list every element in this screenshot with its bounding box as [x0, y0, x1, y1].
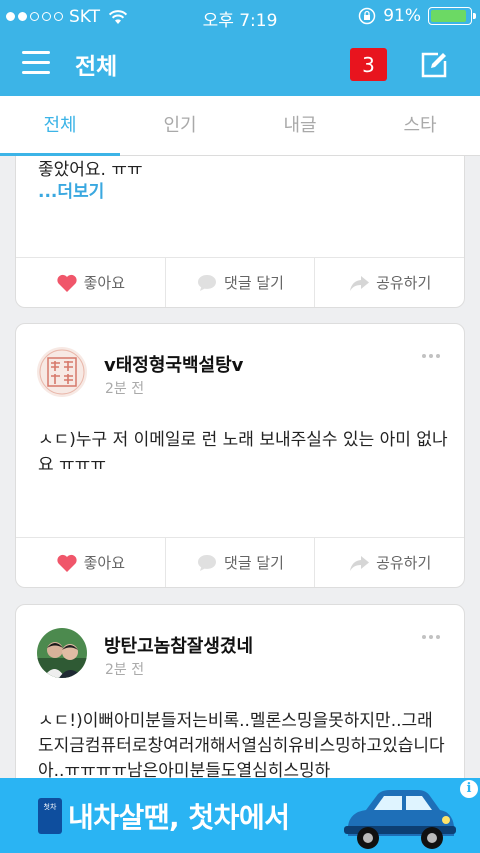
like-label: 좋아요 — [83, 554, 126, 572]
share-label: 공유하기 — [376, 554, 432, 572]
avatar[interactable] — [37, 347, 87, 397]
menu-button[interactable] — [22, 51, 50, 77]
post-actions: 좋아요 댓글 달기 공유하기 — [16, 257, 464, 307]
like-button[interactable]: 좋아요 — [16, 538, 166, 587]
car-icon — [344, 790, 456, 849]
post-header: v태정형국백설탕v 2분 전 — [16, 324, 464, 424]
comment-icon — [198, 274, 217, 291]
notification-badge[interactable]: 3 — [350, 48, 387, 81]
tab-popular[interactable]: 인기 — [120, 96, 240, 155]
heart-icon — [57, 554, 77, 572]
comment-label: 댓글 달기 — [224, 274, 284, 292]
tab-all[interactable]: 전체 — [0, 96, 120, 156]
more-options-icon[interactable] — [422, 635, 440, 639]
menu-icon — [22, 51, 50, 54]
ad-app-logo: 첫차 — [38, 798, 62, 834]
author-name[interactable]: v태정형국백설탕v — [104, 351, 243, 377]
battery-percent: 91% — [383, 6, 421, 26]
post-header: 방탄고놈참잘생겼네 2분 전 — [16, 605, 464, 705]
post-actions: 좋아요 댓글 달기 공유하기 — [16, 537, 464, 587]
wifi-icon — [108, 9, 128, 24]
post-time: 2분 전 — [105, 662, 145, 678]
status-bar: SKT 오후 7:19 91% — [0, 0, 480, 33]
share-button[interactable]: 공유하기 — [315, 538, 464, 587]
share-button[interactable]: 공유하기 — [315, 258, 464, 307]
ad-banner[interactable]: 첫차 내차살땐, 첫차에서 i — [0, 778, 480, 853]
compose-icon[interactable] — [418, 49, 450, 81]
read-more-link[interactable]: ...더보기 — [38, 177, 104, 202]
ad-info-icon[interactable]: i — [460, 780, 478, 798]
comment-icon — [198, 554, 217, 571]
more-options-icon[interactable] — [422, 354, 440, 358]
comment-button[interactable]: 댓글 달기 — [166, 538, 316, 587]
like-label: 좋아요 — [83, 274, 126, 292]
post-card: 방탄고놈참잘생겼네 2분 전 ㅅㄷ!)이뻐아미분들저는비록..멜론스밍을못하지만… — [15, 604, 465, 778]
tab-star[interactable]: 스타 — [360, 96, 480, 155]
seal-avatar-image — [37, 347, 87, 397]
rotation-lock-icon — [358, 7, 376, 25]
tab-bar: 전체 인기 내글 스타 — [0, 96, 480, 156]
feed[interactable]: 좋았어요. ㅠㅠ ...더보기 좋아요 댓글 달기 공유하기 v태정형국백설탕v… — [0, 156, 480, 778]
post-time: 2분 전 — [105, 381, 145, 397]
share-icon — [350, 555, 370, 571]
share-icon — [350, 275, 370, 291]
share-label: 공유하기 — [376, 274, 432, 292]
signal-strength-icon — [6, 12, 63, 21]
tab-my-posts[interactable]: 내글 — [240, 96, 360, 155]
post-card: 좋았어요. ㅠㅠ ...더보기 좋아요 댓글 달기 공유하기 — [15, 156, 465, 308]
nav-bar: 전체 3 — [0, 33, 480, 96]
author-name[interactable]: 방탄고놈참잘생겼네 — [104, 632, 253, 658]
post-body: ㅅㄷ)누구 저 이메일로 런 노래 보내주실수 있는 아미 없나요 ㅠㅠㅠ — [38, 430, 448, 475]
post-body: ㅅㄷ!)이뻐아미분들저는비록..멜론스밍을못하지만..그래도지금컴퓨터로창여러개… — [38, 711, 445, 778]
comment-button[interactable]: 댓글 달기 — [166, 258, 316, 307]
like-button[interactable]: 좋아요 — [16, 258, 166, 307]
avatar[interactable] — [37, 628, 87, 678]
profile-photo-image — [37, 628, 87, 678]
page-title: 전체 — [75, 54, 118, 80]
comment-label: 댓글 달기 — [224, 554, 284, 572]
battery-icon — [428, 7, 476, 25]
ad-headline: 내차살땐, 첫차에서 — [68, 801, 290, 834]
post-card: v태정형국백설탕v 2분 전 ㅅㄷ)누구 저 이메일로 런 노래 보내주실수 있… — [15, 323, 465, 588]
heart-icon — [57, 274, 77, 292]
carrier-label: SKT — [69, 6, 101, 27]
